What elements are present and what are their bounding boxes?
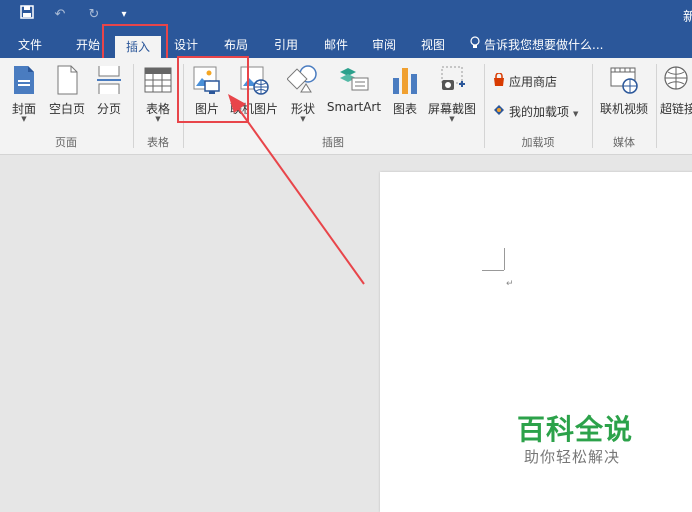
paragraph-mark: ↵ [506,279,514,289]
watermark-title: 百科全说 [517,413,634,446]
margin-marker [504,248,505,270]
margin-marker [482,270,504,271]
watermark-subtitle: 助你轻松解决 [524,448,621,466]
